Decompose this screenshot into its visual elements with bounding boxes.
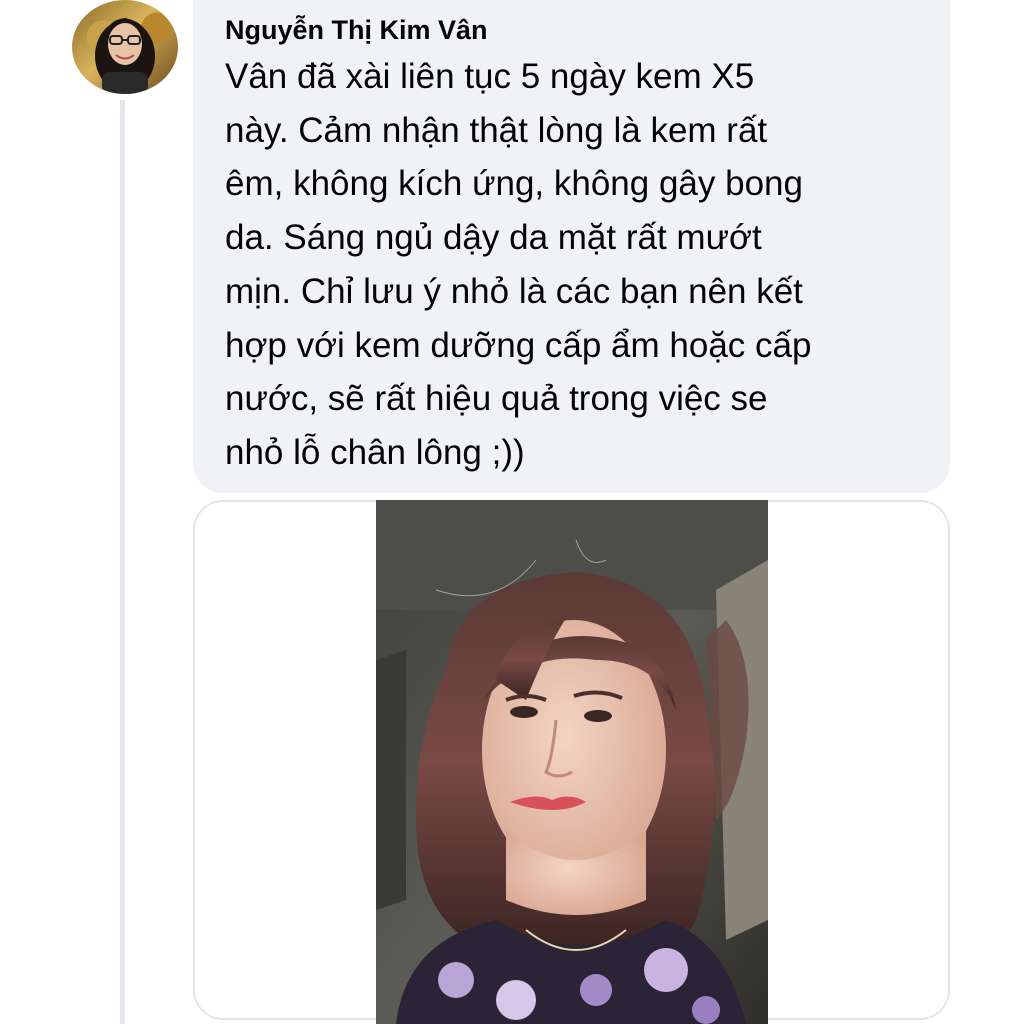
comment-text-line: này. Cảm nhận thật lòng là kem rất [225,110,768,150]
comment-bubble: Nguyễn Thị Kim Vân Vân đã xài liên tục 5… [193,0,950,493]
comment-author-name[interactable]: Nguyễn Thị Kim Vân [225,10,950,50]
comment-text-line: da. Sáng ngủ dậy da mặt rất mướt [225,218,762,258]
comment-text-line: nước, sẽ rất hiệu quả trong việc se [225,379,768,419]
attached-photo[interactable] [376,500,768,1024]
profile-photo-icon [95,18,155,94]
selfie-photo-icon [376,500,768,1024]
comment-text-line: Vân đã xài liên tục 5 ngày kem X5 [225,57,755,96]
author-avatar[interactable] [72,0,178,94]
comment-text: Vân đã xài liên tục 5 ngày kem X5 này. C… [225,50,925,480]
comment-text-line: êm, không kích ứng, không gây bong [225,164,803,204]
comment-text-line: mịn. Chỉ lưu ý nhỏ là các bạn nên kết [225,271,803,311]
reply-thread-line [120,100,125,1024]
comment-text-line: hợp với kem dưỡng cấp ẩm hoặc cấp [225,325,812,365]
comment-text-line: nhỏ lỗ chân lông ;)) [225,432,525,472]
